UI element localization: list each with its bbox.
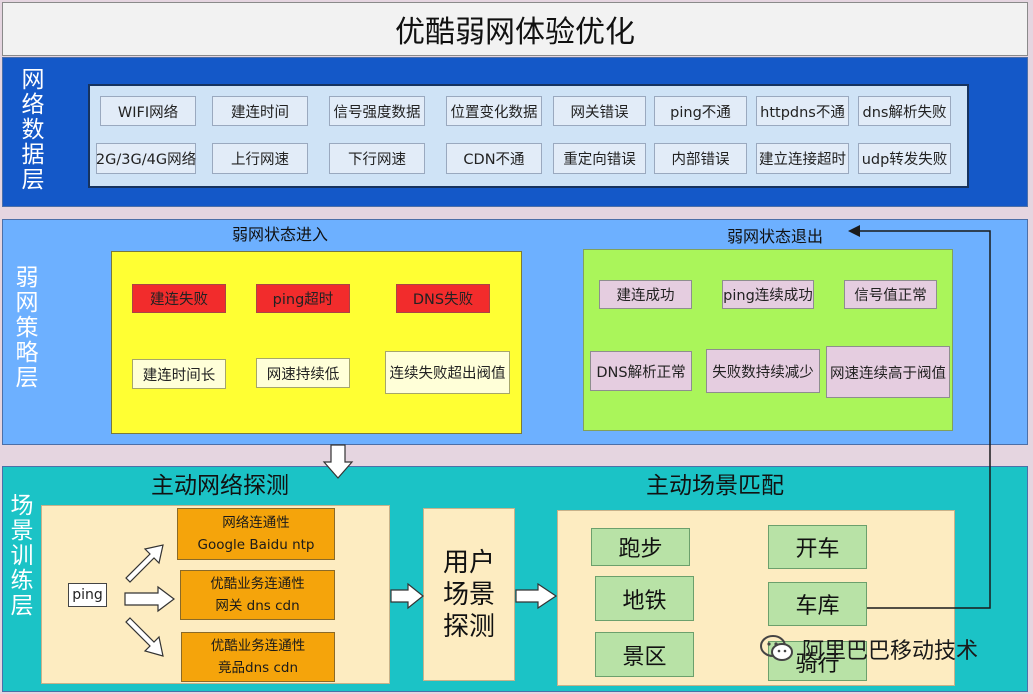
exit-item-dns-normal: DNS解析正常 [590, 351, 692, 391]
weak-network-strategy-layer-label: 弱 网 策 略 层 [12, 262, 42, 394]
layer-label-char: 景 [10, 517, 34, 544]
layer-label-char: 层 [10, 592, 34, 619]
scene-driving: 开车 [768, 525, 867, 569]
layer-label-char: 层 [21, 166, 45, 193]
weak-state-enter-panel [111, 251, 522, 434]
probe-line: 竟品dns cdn [218, 660, 298, 676]
watermark-text: 阿里巴巴移动技术 [802, 639, 979, 664]
layer-label-char: 策 [15, 314, 39, 341]
layer-label-char: 场 [10, 492, 34, 519]
enter-item-dns-fail: DNS失败 [396, 284, 490, 313]
user-scene-probe-box: 用户 场景 探测 [423, 508, 515, 681]
data-item-connect-timeout: 建立连接超时 [756, 143, 849, 174]
data-item-ping-fail: ping不通 [654, 96, 747, 126]
scene-scenic-area: 景区 [595, 632, 694, 677]
data-item-location-change: 位置变化数据 [446, 96, 542, 126]
user-scene-line: 场景 [442, 579, 495, 610]
scene-running: 跑步 [591, 528, 690, 566]
enter-item-connect-fail: 建连失败 [132, 284, 226, 313]
network-data-layer-label: 网 络 数 据 层 [18, 64, 48, 196]
probe-line: 优酷业务连通性 [210, 576, 305, 592]
exit-item-signal-normal: 信号值正常 [844, 280, 937, 309]
layer-label-char: 数 [21, 116, 45, 143]
layer-label-char: 网 [15, 289, 39, 316]
exit-item-failures-decreasing: 失败数持续减少 [706, 349, 820, 393]
layer-label-char: 弱 [15, 264, 39, 291]
data-item-mobile-network: 2G/3G/4G网络 [96, 143, 196, 174]
layer-label-char: 练 [10, 567, 34, 594]
user-scene-line: 探测 [442, 611, 495, 642]
probe-network-connectivity: 网络连通性 Google Baidu ntp [177, 508, 335, 560]
enter-item-speed-low: 网速持续低 [256, 358, 350, 388]
data-item-httpdns-fail: httpdns不通 [756, 96, 849, 126]
data-item-signal-strength: 信号强度数据 [329, 96, 425, 126]
probe-line: 优酷业务连通性 [210, 638, 306, 654]
layer-label-char: 训 [10, 542, 34, 569]
probe-line: 网关 dns cdn [215, 598, 300, 614]
scene-garage: 车库 [768, 582, 867, 626]
data-item-upload-speed: 上行网速 [212, 143, 308, 174]
layer-label-char: 层 [15, 364, 39, 391]
probe-line: Google Baidu ntp [197, 537, 315, 553]
data-item-wifi: WIFI网络 [100, 96, 196, 126]
weak-state-exit-title: 弱网状态退出 [726, 227, 823, 246]
enter-item-connect-time-long: 建连时间长 [132, 359, 226, 389]
user-scene-line: 用户 [442, 547, 495, 578]
exit-item-speed-above-threshold: 网速连续高于阀值 [826, 346, 950, 398]
probe-line: 网络连通性 [222, 515, 290, 531]
data-item-internal-error: 内部错误 [654, 143, 747, 174]
data-item-redirect-error: 重定向错误 [553, 143, 646, 174]
probe-competitor-connectivity: 优酷业务连通性 竟品dns cdn [181, 632, 335, 682]
data-item-dns-resolve-fail: dns解析失败 [858, 96, 951, 126]
exit-item-ping-success: ping连续成功 [722, 280, 814, 309]
layer-label-char: 略 [15, 339, 39, 366]
layer-label-char: 网 [21, 66, 45, 93]
data-item-gateway-error: 网关错误 [553, 96, 646, 126]
data-item-cdn-fail: CDN不通 [446, 143, 542, 174]
wechat-icon [760, 635, 793, 661]
data-item-udp-forward-fail: udp转发失败 [858, 143, 951, 174]
enter-item-failures-over-threshold: 连续失败超出阀值 [385, 351, 510, 394]
enter-item-ping-timeout: ping超时 [256, 284, 350, 313]
probe-youku-connectivity: 优酷业务连通性 网关 dns cdn [180, 570, 335, 620]
data-item-download-speed: 下行网速 [329, 143, 425, 174]
layer-label-char: 络 [21, 91, 45, 118]
active-network-probe-title: 主动网络探测 [151, 473, 289, 499]
active-scene-match-title: 主动场景匹配 [646, 473, 784, 499]
ping-box: ping [68, 583, 107, 607]
watermark: 阿里巴巴移动技术 [760, 632, 1022, 666]
diagram-title: 优酷弱网体验优化 [2, 2, 1028, 56]
exit-item-connect-success: 建连成功 [599, 280, 692, 309]
weak-state-enter-title: 弱网状态进入 [231, 225, 328, 244]
scene-subway: 地铁 [595, 576, 694, 621]
weak-state-exit-panel [583, 249, 953, 431]
data-item-connect-time: 建连时间 [212, 96, 308, 126]
scene-training-layer-label: 场 景 训 练 层 [7, 490, 37, 622]
layer-label-char: 据 [21, 141, 45, 168]
